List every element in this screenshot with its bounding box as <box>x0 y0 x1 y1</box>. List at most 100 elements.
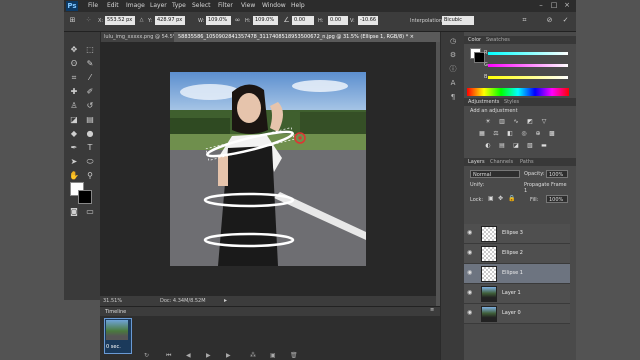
tab-paths[interactable]: Paths <box>520 159 534 165</box>
type-tool-icon[interactable]: T <box>84 142 96 154</box>
tab-color[interactable]: Color <box>468 37 481 43</box>
propagate-frame-checkbox[interactable]: Propagate Frame 1 <box>524 182 570 194</box>
h-input[interactable]: 109.0% <box>253 16 278 25</box>
visibility-eye-icon[interactable]: ◉ <box>467 229 475 237</box>
history-panel-icon[interactable]: ◷ <box>447 36 459 46</box>
y-input[interactable]: 428.97 px <box>155 16 185 25</box>
tab-layers[interactable]: Layers <box>468 159 485 165</box>
menu-window[interactable]: Window <box>262 2 286 9</box>
layer-row-layer-1[interactable]: ◉ Layer 1 <box>464 284 570 304</box>
eraser-tool-icon[interactable]: ◪ <box>68 114 80 126</box>
tab-styles[interactable]: Styles <box>504 99 519 105</box>
visibility-eye-icon[interactable]: ◉ <box>467 309 475 317</box>
zoom-level[interactable]: 31.51% <box>103 298 122 304</box>
color-spectrum-bar[interactable] <box>467 88 569 96</box>
tween-icon[interactable]: ⁂ <box>250 352 256 359</box>
layer-row-ellipse-3[interactable]: ◉ Ellipse 3 <box>464 224 570 244</box>
background-color-swatch[interactable] <box>78 190 92 204</box>
properties-panel-icon[interactable]: ⚙ <box>447 50 459 60</box>
status-menu-arrow-icon[interactable]: ▸ <box>224 297 227 304</box>
loop-icon[interactable]: ↻ <box>144 352 149 359</box>
curves-adjust-icon[interactable]: ∿ <box>512 118 520 125</box>
move-tool-icon[interactable]: ✥ <box>68 44 80 56</box>
marquee-tool-icon[interactable]: ⬚ <box>84 44 96 56</box>
minimize-button[interactable]: – <box>536 1 546 10</box>
tab-channels[interactable]: Channels <box>490 159 513 165</box>
document-image[interactable] <box>170 72 366 266</box>
warp-icon[interactable]: ⌗ <box>520 16 529 25</box>
lock-position-icon[interactable]: ✥ <box>498 195 503 202</box>
layer-row-ellipse-1[interactable]: ◉ Ellipse 1 <box>464 264 570 284</box>
link-icon[interactable]: ∞ <box>233 16 242 25</box>
fill-input[interactable]: 100% <box>546 195 568 203</box>
interpolation-select[interactable]: Bicubic <box>442 16 474 25</box>
r-slider[interactable] <box>488 52 568 55</box>
blend-mode-select[interactable]: Normal <box>470 170 520 178</box>
stamp-tool-icon[interactable]: ♙ <box>68 100 80 112</box>
tab-swatches[interactable]: Swatches <box>486 37 510 43</box>
levels-adjust-icon[interactable]: ▥ <box>498 118 506 125</box>
menu-file[interactable]: File <box>88 2 98 9</box>
maximize-button[interactable]: □ <box>549 1 559 10</box>
color-lookup-adjust-icon[interactable]: ▩ <box>548 130 556 137</box>
menu-type[interactable]: Type <box>172 2 186 9</box>
tab-adjustments[interactable]: Adjustments <box>468 99 499 105</box>
bw-adjust-icon[interactable]: ◧ <box>506 130 514 137</box>
brush-tool-icon[interactable]: ✐ <box>84 86 96 98</box>
character-panel-icon[interactable]: A <box>447 78 459 88</box>
menu-view[interactable]: View <box>241 2 255 9</box>
screen-mode-icon[interactable]: ▭ <box>84 206 96 218</box>
x-input[interactable]: 553.52 px <box>105 16 135 25</box>
timeline-menu-icon[interactable]: ≡ <box>430 307 434 313</box>
info-panel-icon[interactable]: ⓘ <box>447 64 459 74</box>
tab-document-2[interactable]: 58835586_1050902841357478_31174085189535… <box>174 32 440 42</box>
close-button[interactable]: × <box>562 1 572 10</box>
menu-filter[interactable]: Filter <box>218 2 233 9</box>
menu-help[interactable]: Help <box>291 2 305 9</box>
path-select-tool-icon[interactable]: ➤ <box>68 156 80 168</box>
visibility-eye-icon[interactable]: ◉ <box>467 269 475 277</box>
menu-edit[interactable]: Edit <box>107 2 119 9</box>
photo-filter-adjust-icon[interactable]: ◎ <box>520 130 528 137</box>
new-frame-icon[interactable]: ▣ <box>270 352 276 359</box>
visibility-eye-icon[interactable]: ◉ <box>467 249 475 257</box>
gradient-tool-icon[interactable]: ▤ <box>84 114 96 126</box>
selective-color-adjust-icon[interactable]: ▧ <box>526 142 534 149</box>
gradient-map-adjust-icon[interactable]: ▬ <box>540 142 548 149</box>
vibrance-adjust-icon[interactable]: ▽ <box>540 118 548 125</box>
brightness-adjust-icon[interactable]: ☀ <box>484 118 492 125</box>
lasso-tool-icon[interactable]: ʘ <box>68 58 80 70</box>
zoom-tool-icon[interactable]: ⚲ <box>84 170 96 182</box>
next-frame-icon[interactable]: ▶ <box>226 352 231 359</box>
blur-tool-icon[interactable]: ◆ <box>68 128 80 140</box>
layer-row-layer-0[interactable]: ◉ Layer 0 <box>464 304 570 324</box>
play-icon[interactable]: ▶ <box>206 352 211 359</box>
layer-row-ellipse-2[interactable]: ◉ Ellipse 2 <box>464 244 570 264</box>
pen-tool-icon[interactable]: ✒ <box>68 142 80 154</box>
g-slider[interactable] <box>488 64 568 67</box>
tab-document-1[interactable]: lulu_img_xxxxx.png @ 54.5% × <box>100 32 180 42</box>
lock-pixels-icon[interactable]: ▣ <box>488 195 494 202</box>
b-slider[interactable] <box>488 76 568 79</box>
relative-position-icon[interactable]: △ <box>137 16 146 25</box>
color-balance-adjust-icon[interactable]: ⚖ <box>492 130 500 137</box>
exposure-adjust-icon[interactable]: ◩ <box>526 118 534 125</box>
menu-image[interactable]: Image <box>126 2 145 9</box>
timeline-title[interactable]: Timeline <box>105 309 126 315</box>
eyedropper-tool-icon[interactable]: ⁄ <box>84 72 96 84</box>
menu-layer[interactable]: Layer <box>150 2 167 9</box>
frame-time[interactable]: 0 sec. <box>106 344 121 350</box>
history-brush-tool-icon[interactable]: ↺ <box>84 100 96 112</box>
quick-mask-icon[interactable]: ◙ <box>68 206 80 218</box>
angle-input[interactable]: 0.00 <box>292 16 314 25</box>
hand-tool-icon[interactable]: ✋ <box>68 170 80 182</box>
delete-frame-icon[interactable]: 🗑 <box>290 352 298 359</box>
crop-tool-icon[interactable]: ⌗ <box>68 72 80 84</box>
first-frame-icon[interactable]: ⏮ <box>166 352 171 360</box>
posterize-adjust-icon[interactable]: ▤ <box>498 142 506 149</box>
invert-adjust-icon[interactable]: ◐ <box>484 142 492 149</box>
healing-tool-icon[interactable]: ✚ <box>68 86 80 98</box>
v-skew-input[interactable]: -10.66 <box>358 16 378 25</box>
hue-adjust-icon[interactable]: ▦ <box>478 130 486 137</box>
visibility-eye-icon[interactable]: ◉ <box>467 289 475 297</box>
